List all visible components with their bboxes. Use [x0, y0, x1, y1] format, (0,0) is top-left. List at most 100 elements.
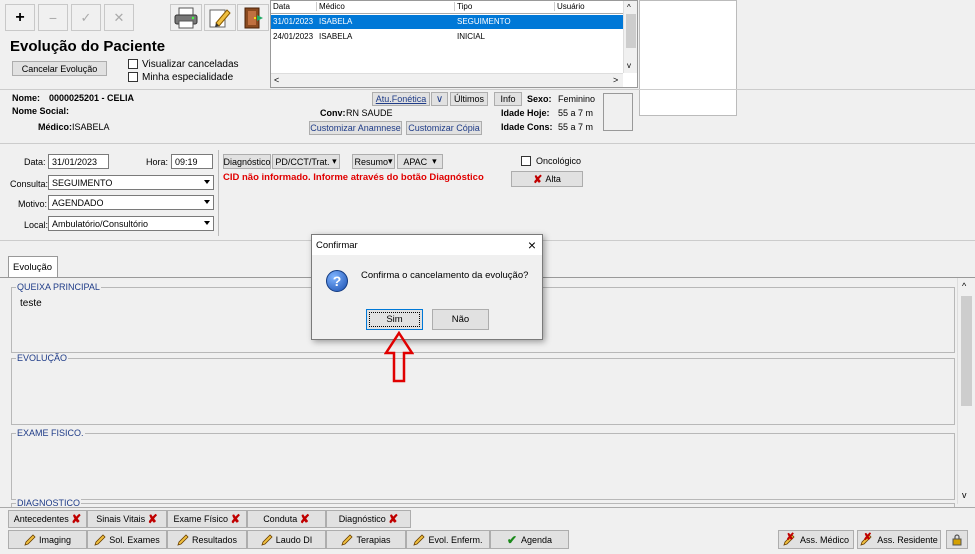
- scroll-thumb[interactable]: [961, 296, 972, 406]
- red-x-icon: ✘: [147, 512, 158, 526]
- scroll-right-icon[interactable]: >: [613, 75, 618, 85]
- pd-cct-button[interactable]: PD/CCT/Trat. ▾: [272, 154, 340, 169]
- summary-label: Resumo: [354, 156, 388, 167]
- results-button[interactable]: Resultados: [167, 530, 247, 549]
- scroll-down-icon[interactable]: v: [627, 61, 631, 70]
- my-specialty-checkbox[interactable]: [128, 72, 138, 82]
- grid-side-panel: [639, 0, 737, 116]
- patient-photo: [603, 93, 633, 131]
- red-x-icon: ✘: [230, 512, 241, 526]
- evolution-grid[interactable]: Data Médico Tipo Usuário 31/01/2023 ISAB…: [270, 0, 638, 88]
- conv-label: Conv:: [320, 108, 346, 118]
- my-specialty-label: Minha especialidade: [142, 72, 234, 83]
- page-title: Evolução do Paciente: [10, 38, 166, 55]
- doctor-signature-button[interactable]: ✘ Ass. Médico: [778, 530, 854, 549]
- tab-evolucao[interactable]: Evolução: [8, 256, 58, 277]
- patient-name-value: 0000025201 - CELIA: [49, 93, 135, 103]
- no-button[interactable]: Não: [432, 309, 489, 330]
- phonetic-update-button[interactable]: Atu.Fonética: [372, 92, 430, 106]
- latest-button[interactable]: Últimos: [450, 92, 488, 106]
- grid-col-data[interactable]: Data: [271, 2, 317, 11]
- therapies-button[interactable]: Terapias: [326, 530, 406, 549]
- confirm-icon[interactable]: ✓: [71, 4, 101, 31]
- close-icon[interactable]: ×: [528, 237, 536, 253]
- vital-signs-button[interactable]: Sinais Vitais ✘: [87, 510, 167, 528]
- add-button[interactable]: +: [5, 4, 35, 31]
- red-x-icon: ✘: [388, 512, 399, 526]
- pencil-icon: [261, 533, 273, 546]
- time-field[interactable]: 09:19: [171, 154, 213, 169]
- doctor-value: ISABELA: [72, 122, 110, 132]
- form-vertical-divider: [218, 150, 219, 236]
- info-button[interactable]: Info: [494, 92, 522, 106]
- discharge-button[interactable]: ✘ Alta: [511, 171, 583, 187]
- reason-select[interactable]: AGENDADO: [48, 195, 214, 210]
- view-cancelled-label: Visualizar canceladas: [142, 59, 239, 70]
- di-report-button[interactable]: Laudo DI: [247, 530, 326, 549]
- grid-header: Data Médico Tipo Usuário: [271, 1, 623, 14]
- view-cancelled-checkbox[interactable]: [128, 59, 138, 69]
- location-select[interactable]: Ambulatório/Consultório: [48, 216, 214, 231]
- dialog-message: Confirma o cancelamento da evolução?: [361, 270, 529, 281]
- table-row[interactable]: 31/01/2023 ISABELA SEGUIMENTO: [271, 15, 623, 29]
- schedule-button[interactable]: ✔ Agenda: [490, 530, 569, 549]
- apac-label: APAC: [403, 156, 428, 167]
- evolution-text-area[interactable]: [13, 369, 953, 423]
- resident-signature-button[interactable]: ✘ Ass. Residente: [857, 530, 941, 549]
- pencil-x-icon: ✘: [860, 531, 872, 546]
- summary-button[interactable]: Resumo ▾: [352, 154, 395, 169]
- date-field[interactable]: 31/01/2023: [48, 154, 109, 169]
- editor-vertical-scrollbar[interactable]: ^ v: [957, 278, 973, 504]
- pencil-icon: [24, 533, 36, 546]
- history-button[interactable]: Antecedentes ✘: [8, 510, 87, 528]
- diagnosis-button[interactable]: Diagnóstico: [223, 154, 271, 169]
- scroll-up-icon[interactable]: ^: [962, 281, 966, 291]
- scroll-thumb[interactable]: [626, 14, 636, 48]
- chevron-down-icon: [204, 221, 210, 225]
- physical-exam-legend: EXAME FISICO.: [16, 428, 85, 438]
- remove-button[interactable]: −: [38, 4, 68, 31]
- request-exams-button[interactable]: Sol. Exames: [87, 530, 167, 549]
- vital-signs-label: Sinais Vitais: [96, 514, 146, 524]
- lock-icon[interactable]: [946, 530, 968, 549]
- grid-horizontal-scrollbar[interactable]: < >: [271, 73, 623, 87]
- yes-button[interactable]: Sim: [366, 309, 423, 330]
- pencil-icon: [177, 533, 189, 546]
- chief-complaint-text[interactable]: teste: [20, 298, 42, 309]
- phonetic-dropdown-icon[interactable]: ∨: [431, 92, 448, 106]
- evolution-legend: EVOLUÇÃO: [16, 353, 69, 363]
- row-data: 31/01/2023: [273, 17, 314, 26]
- diagnosis-tab-button[interactable]: Diagnóstico ✘: [326, 510, 411, 528]
- chevron-down-icon: [204, 180, 210, 184]
- pencil-icon: [341, 533, 354, 546]
- imaging-button[interactable]: Imaging: [8, 530, 87, 549]
- physical-exam-button[interactable]: Exame Físico ✘: [167, 510, 247, 528]
- exit-door-icon[interactable]: [237, 4, 269, 31]
- customize-copy-button[interactable]: Customizar Cópia: [406, 121, 482, 135]
- row-data: 24/01/2023: [273, 32, 314, 41]
- nursing-evolution-label: Evol. Enferm.: [428, 534, 483, 545]
- apac-button[interactable]: APAC ▾: [397, 154, 443, 169]
- edit-icon[interactable]: [204, 4, 236, 31]
- scroll-up-icon[interactable]: ^: [627, 3, 631, 12]
- conduct-button[interactable]: Conduta ✘: [247, 510, 326, 528]
- grid-col-medico[interactable]: Médico: [317, 2, 455, 11]
- physical-exam-text-area[interactable]: [13, 444, 953, 498]
- scroll-left-icon[interactable]: <: [274, 75, 279, 85]
- oncology-checkbox[interactable]: [521, 156, 531, 166]
- row-tipo: INICIAL: [457, 32, 486, 41]
- grid-col-usuario[interactable]: Usuário: [555, 2, 623, 11]
- nursing-evolution-button[interactable]: Evol. Enferm.: [406, 530, 490, 549]
- dialog-title: Confirmar: [316, 240, 358, 251]
- grid-vertical-scrollbar[interactable]: ^ v: [623, 1, 637, 73]
- cancel-icon[interactable]: ✕: [104, 4, 134, 31]
- consultation-select[interactable]: SEGUIMENTO: [48, 175, 214, 190]
- grid-col-tipo[interactable]: Tipo: [455, 2, 555, 11]
- cancel-evolution-button[interactable]: Cancelar Evolução: [12, 61, 107, 76]
- customize-anamnesis-button[interactable]: Customizar Anamnese: [309, 121, 402, 135]
- resident-signature-label: Ass. Residente: [877, 534, 938, 545]
- scroll-down-icon[interactable]: v: [962, 490, 967, 500]
- age-consult-value: 55 a 7 m: [558, 122, 594, 132]
- table-row[interactable]: 24/01/2023 ISABELA INICIAL: [271, 30, 623, 44]
- printer-icon[interactable]: [170, 4, 202, 31]
